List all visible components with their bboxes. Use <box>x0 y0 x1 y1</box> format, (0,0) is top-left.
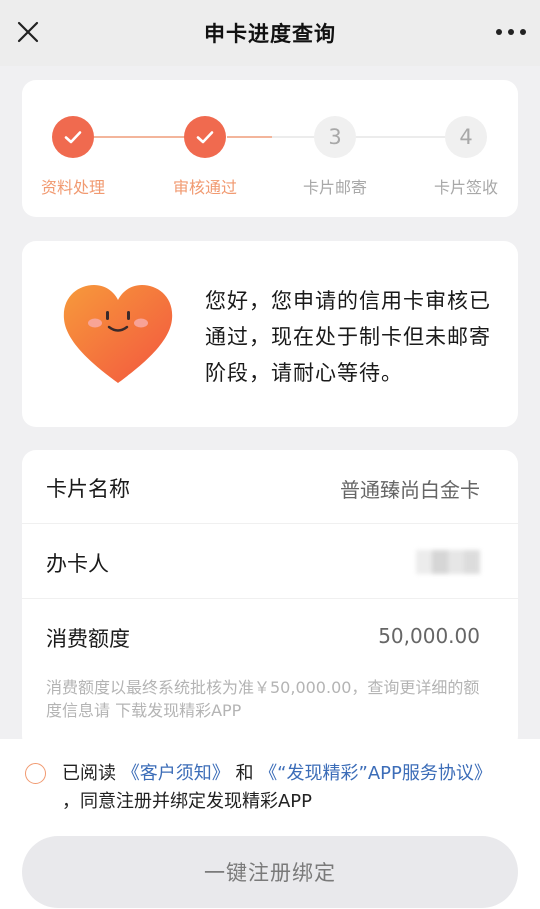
step-3-indicator: 3 <box>314 116 356 158</box>
status-message-card: 您好，您申请的信用卡审核已通过，现在处于制卡但未邮寄阶段，请耐心等待。 <box>22 241 518 427</box>
check-icon <box>64 131 82 144</box>
agreement-middle: 和 <box>229 763 260 784</box>
card-info-card: 卡片名称 普通臻尚白金卡 办卡人 消费额度 50,000.00 消费额度以最终系… <box>22 450 518 750</box>
step-4-indicator: 4 <box>445 116 487 158</box>
customer-notice-link[interactable]: 《客户须知》 <box>122 763 230 784</box>
info-value: 普通臻尚白金卡 <box>340 478 480 502</box>
info-label: 消费额度 <box>46 627 130 651</box>
info-label: 办卡人 <box>46 552 109 576</box>
step-4-label: 卡片签收 <box>433 178 498 197</box>
smiling-heart-icon <box>63 285 173 383</box>
step-connector-2-3-done <box>227 136 272 138</box>
progress-card: 3 4 资料处理 审核通过 卡片邮寄 卡片签收 <box>22 80 518 217</box>
applicant-name-redacted <box>416 550 480 574</box>
agreement-text: 已阅读 《客户须知》 和 《“发现精彩”APP服务协议》 ，同意注册并绑定发现精… <box>62 760 512 816</box>
info-row-applicant: 办卡人 <box>22 525 518 599</box>
agreement-suffix: ，同意注册并绑定发现精彩APP <box>62 791 313 812</box>
info-row-card-name: 卡片名称 普通臻尚白金卡 <box>22 450 518 524</box>
bottom-action-bar: 已阅读 《客户须知》 和 《“发现精彩”APP服务协议》 ，同意注册并绑定发现精… <box>0 739 540 909</box>
credit-limit-note: 消费额度以最终系统批核为准￥50,000.00，查询更详细的额度信息请 下载发现… <box>46 678 480 720</box>
register-bind-button[interactable]: 一键注册绑定 <box>22 836 518 908</box>
info-row-credit-limit: 消费额度 50,000.00 <box>22 600 518 674</box>
status-message-text: 您好，您申请的信用卡审核已通过，现在处于制卡但未邮寄阶段，请耐心等待。 <box>205 289 491 385</box>
agree-checkbox[interactable] <box>25 763 46 784</box>
close-icon[interactable] <box>16 20 40 44</box>
more-icon[interactable] <box>496 20 526 44</box>
step-1-label: 资料处理 <box>40 178 105 197</box>
info-value: 50,000.00 <box>378 624 480 648</box>
step-3-label: 卡片邮寄 <box>302 178 367 197</box>
app-service-agreement-link[interactable]: 《“发现精彩”APP服务协议》 <box>259 763 492 784</box>
check-icon <box>196 131 214 144</box>
page-title: 申卡进度查询 <box>204 22 336 46</box>
step-2-label: 审核通过 <box>172 178 237 197</box>
step-1-indicator <box>52 116 94 158</box>
nav-bar: 申卡进度查询 <box>0 0 540 66</box>
step-2-indicator <box>184 116 226 158</box>
info-label: 卡片名称 <box>46 477 130 501</box>
agreement-prefix: 已阅读 <box>62 763 122 784</box>
